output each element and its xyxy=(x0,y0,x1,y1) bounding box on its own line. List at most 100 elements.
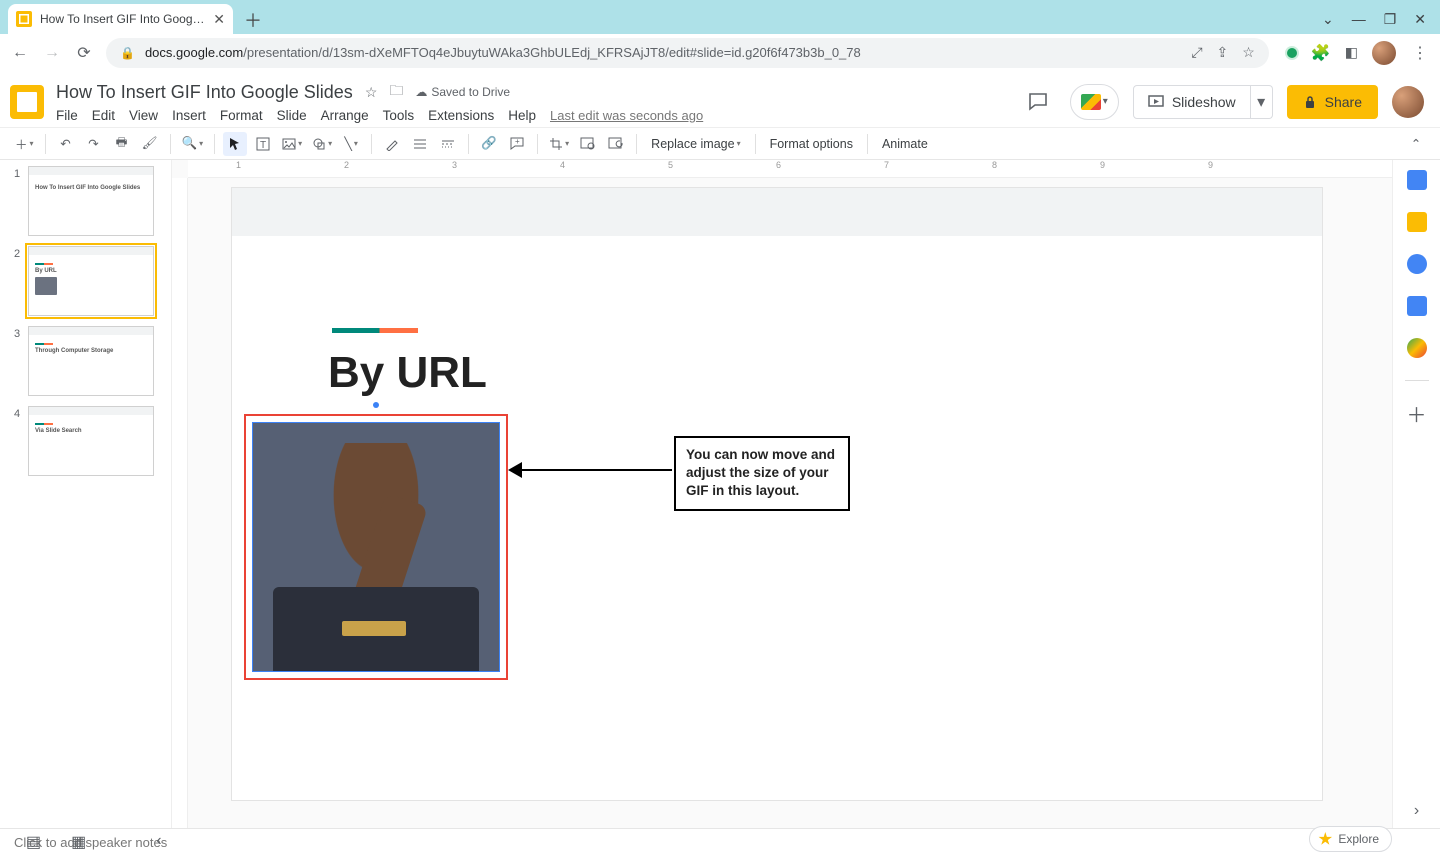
menu-help[interactable]: Help xyxy=(508,108,536,123)
extensions-button[interactable]: 🧩 xyxy=(1311,43,1331,63)
last-edit-link[interactable]: Last edit was seconds ago xyxy=(550,108,703,123)
nav-forward-button[interactable]: → xyxy=(42,44,62,62)
horizontal-ruler: 1234567899 xyxy=(188,160,1392,178)
explore-button[interactable]: Explore xyxy=(1309,826,1392,852)
calendar-icon[interactable] xyxy=(1407,170,1427,190)
menu-file[interactable]: File xyxy=(56,108,78,123)
animate-button[interactable]: Animate xyxy=(876,132,934,156)
menu-tools[interactable]: Tools xyxy=(383,108,415,123)
weight-icon xyxy=(413,138,427,150)
new-tab-button[interactable]: ＋ xyxy=(239,6,267,34)
insert-comment-button[interactable]: + xyxy=(505,132,529,156)
replace-image-button[interactable]: Replace image xyxy=(645,132,746,156)
zoom-button[interactable]: 🔍 xyxy=(179,132,207,156)
slide-thumbnail-2[interactable]: By URL xyxy=(28,246,154,316)
explore-star-icon xyxy=(1318,832,1332,846)
tab-overflow-icon[interactable]: ⌄ xyxy=(1322,11,1334,28)
browser-tab-active[interactable]: How To Insert GIF Into Google Sli ✕ xyxy=(8,4,233,34)
collapse-toolbar-button[interactable]: ⌃ xyxy=(1404,132,1428,156)
border-dash-button[interactable] xyxy=(436,132,460,156)
tab-close-icon[interactable]: ✕ xyxy=(213,11,225,28)
zoom-icon[interactable]: ⤢ xyxy=(1191,44,1202,61)
border-color-button[interactable] xyxy=(380,132,404,156)
comments-button[interactable] xyxy=(1020,84,1056,120)
slide-thumbnail-1[interactable]: How To Insert GIF Into Google Slides xyxy=(28,166,154,236)
omnibox[interactable]: 🔒 docs.google.com/presentation/d/13sm-dX… xyxy=(106,38,1269,68)
accent-bar xyxy=(332,328,418,333)
slide-thumbnail-4[interactable]: Via Slide Search xyxy=(28,406,154,476)
meet-button[interactable]: ▾ xyxy=(1070,84,1119,120)
account-avatar[interactable] xyxy=(1392,86,1424,118)
new-slide-button[interactable]: ＋ xyxy=(12,132,37,156)
slide-heading[interactable]: By URL xyxy=(328,348,487,398)
format-options-button[interactable]: Format options xyxy=(764,132,859,156)
reset-image-button[interactable] xyxy=(604,132,628,156)
present-icon xyxy=(1148,95,1164,109)
filmstrip: 1 How To Insert GIF Into Google Slides 2… xyxy=(0,160,172,828)
collapse-filmstrip-button[interactable]: ‹ xyxy=(156,832,161,852)
slideshow-dropdown-button[interactable]: ▾ xyxy=(1251,85,1273,119)
nav-back-button[interactable]: ← xyxy=(10,44,30,62)
undo-button[interactable]: ↶ xyxy=(54,132,78,156)
mask-icon xyxy=(580,137,596,151)
shape-button[interactable] xyxy=(309,132,335,156)
mask-image-button[interactable] xyxy=(576,132,600,156)
svg-text:+: + xyxy=(515,137,520,146)
share-button[interactable]: Share xyxy=(1287,85,1378,119)
window-close-button[interactable]: ✕ xyxy=(1414,11,1426,28)
side-panel-button[interactable]: ◧ xyxy=(1345,44,1358,61)
paint-format-button[interactable]: 🖌 xyxy=(138,132,162,156)
nav-reload-button[interactable]: ⟳ xyxy=(74,43,94,63)
filmstrip-view-button[interactable]: ▤ xyxy=(26,832,41,852)
window-minimize-button[interactable]: — xyxy=(1352,11,1366,28)
slideshow-button[interactable]: Slideshow xyxy=(1133,85,1251,119)
annotation-arrow xyxy=(516,469,672,471)
menu-format[interactable]: Format xyxy=(220,108,263,123)
menu-slide[interactable]: Slide xyxy=(277,108,307,123)
hide-side-panel-button[interactable]: › xyxy=(1414,802,1419,820)
line-button[interactable]: ╲ xyxy=(339,132,363,156)
toolbar: ＋ ↶ ↷ 🖶 🖌 🔍 T ╲ 🔗 + Replace image F xyxy=(0,128,1440,160)
document-title[interactable]: How To Insert GIF Into Google Slides xyxy=(56,82,353,103)
insert-image-button[interactable] xyxy=(279,132,305,156)
menu-insert[interactable]: Insert xyxy=(172,108,206,123)
menu-arrange[interactable]: Arrange xyxy=(321,108,369,123)
print-button[interactable]: 🖶 xyxy=(110,132,134,156)
textbox-button[interactable]: T xyxy=(251,132,275,156)
side-panel: ＋ › xyxy=(1392,160,1440,828)
rotate-handle[interactable] xyxy=(373,402,379,408)
inserted-gif-image[interactable] xyxy=(253,423,499,671)
get-addons-button[interactable]: ＋ xyxy=(1407,403,1427,423)
bookmark-star-icon[interactable]: ☆ xyxy=(1242,44,1255,61)
keep-icon[interactable] xyxy=(1407,212,1427,232)
redo-button[interactable]: ↷ xyxy=(82,132,106,156)
menu-edit[interactable]: Edit xyxy=(92,108,115,123)
save-status: ☁Saved to Drive xyxy=(415,85,510,99)
select-tool-button[interactable] xyxy=(223,132,247,156)
insert-link-button[interactable]: 🔗 xyxy=(477,132,501,156)
crop-button[interactable] xyxy=(546,132,572,156)
contacts-icon[interactable] xyxy=(1407,296,1427,316)
add-comment-icon: + xyxy=(510,137,524,151)
speaker-notes[interactable]: Click to add speaker notes xyxy=(0,828,1440,856)
menu-extensions[interactable]: Extensions xyxy=(428,108,494,123)
menu-bar: File Edit View Insert Format Slide Arran… xyxy=(56,108,703,123)
slide-stage[interactable]: By URL You can now m xyxy=(232,188,1322,800)
chrome-profile-avatar[interactable] xyxy=(1372,41,1396,65)
chrome-menu-button[interactable]: ⋮ xyxy=(1410,43,1430,63)
comment-icon xyxy=(1028,92,1048,112)
border-weight-button[interactable] xyxy=(408,132,432,156)
window-maximize-button[interactable]: ❐ xyxy=(1384,11,1397,28)
canvas-area[interactable]: 1234567899 By URL xyxy=(172,160,1392,828)
menu-view[interactable]: View xyxy=(129,108,158,123)
tasks-icon[interactable] xyxy=(1407,254,1427,274)
share-page-icon[interactable]: ⇪ xyxy=(1217,44,1229,61)
move-document-icon[interactable]: 🗀 xyxy=(389,80,403,104)
google-slides-logo-icon[interactable] xyxy=(10,85,44,119)
cloud-icon: ☁ xyxy=(415,85,427,99)
star-document-icon[interactable]: ☆ xyxy=(365,84,378,101)
slide-thumbnail-3[interactable]: Through Computer Storage xyxy=(28,326,154,396)
maps-icon[interactable] xyxy=(1407,338,1427,358)
extension-grammarly-icon[interactable] xyxy=(1287,48,1297,58)
grid-view-button[interactable]: ▦ xyxy=(71,832,86,852)
